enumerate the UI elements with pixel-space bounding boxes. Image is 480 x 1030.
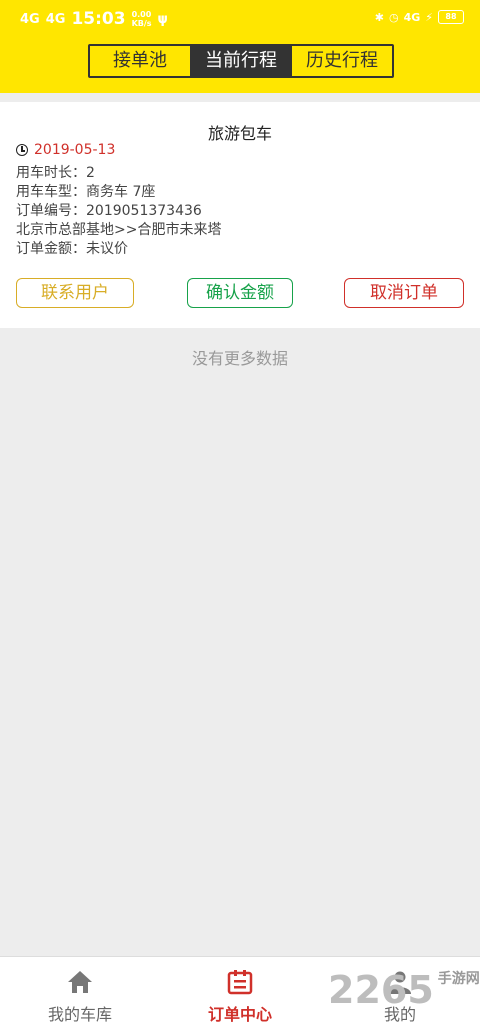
order-vehicle: 用车车型：商务车 7座: [16, 184, 156, 200]
order-route: 北京市总部基地>>合肥市未来塔: [16, 222, 222, 238]
calendar-icon: [227, 970, 253, 995]
order-title: 旅游包车: [207, 124, 272, 143]
bluetooth-icon: ✱: [374, 10, 384, 24]
tabbar-label-orders: 订单中心: [207, 1005, 272, 1024]
order-number: 订单编号：2019051373436: [16, 203, 202, 219]
clock-icon: [16, 144, 28, 156]
no-more-data: 没有更多数据: [191, 349, 288, 368]
network-type: 4G: [403, 10, 421, 24]
tabbar-item-garage[interactable]: 我的车库: [0, 957, 160, 1030]
tabbar-label-garage: 我的车库: [47, 1005, 112, 1024]
usb-icon: ψ: [157, 11, 168, 27]
home-icon: [68, 971, 92, 993]
tab-history-trip[interactable]: 历史行程: [291, 46, 392, 76]
cancel-order-button[interactable]: 取消订单: [344, 278, 464, 308]
charging-icon: ⚡: [425, 10, 433, 24]
contact-user-button[interactable]: 联系用户: [16, 278, 134, 308]
site-watermark: 2265 手游网: [328, 968, 480, 1012]
header-bar: 4G 4G 15:03 0.00 KB/s ψ ✱ ◷ 4G ⚡ 88 接单池 …: [0, 0, 480, 93]
alarm-icon: ◷: [388, 10, 399, 24]
order-date-text: 2019-05-13: [34, 142, 116, 158]
battery-icon: 88: [438, 10, 464, 24]
signal-2: 4G: [45, 11, 66, 27]
status-bar: 4G 4G 15:03 0.00 KB/s ψ ✱ ◷ 4G ⚡ 88: [0, 0, 480, 38]
signal-1: 4G: [20, 11, 40, 27]
order-card: 旅游包车 2019-05-13 用车时长：2 用车车型：商务车 7座 订单编号：…: [0, 102, 480, 328]
order-duration: 用车时长：2: [16, 165, 95, 181]
trip-tabs: 接单池 当前行程 历史行程: [88, 44, 394, 78]
order-date: 2019-05-13: [16, 142, 115, 158]
network-speed: 0.00 KB/s: [131, 10, 152, 28]
tab-current-trip[interactable]: 当前行程: [190, 46, 291, 76]
order-amount: 订单金额：未议价: [16, 241, 128, 257]
confirm-amount-button[interactable]: 确认金额: [187, 278, 293, 308]
tabbar-item-orders[interactable]: 订单中心: [160, 957, 320, 1030]
clock-time: 15:03: [71, 9, 126, 29]
tab-order-pool[interactable]: 接单池: [90, 46, 190, 76]
